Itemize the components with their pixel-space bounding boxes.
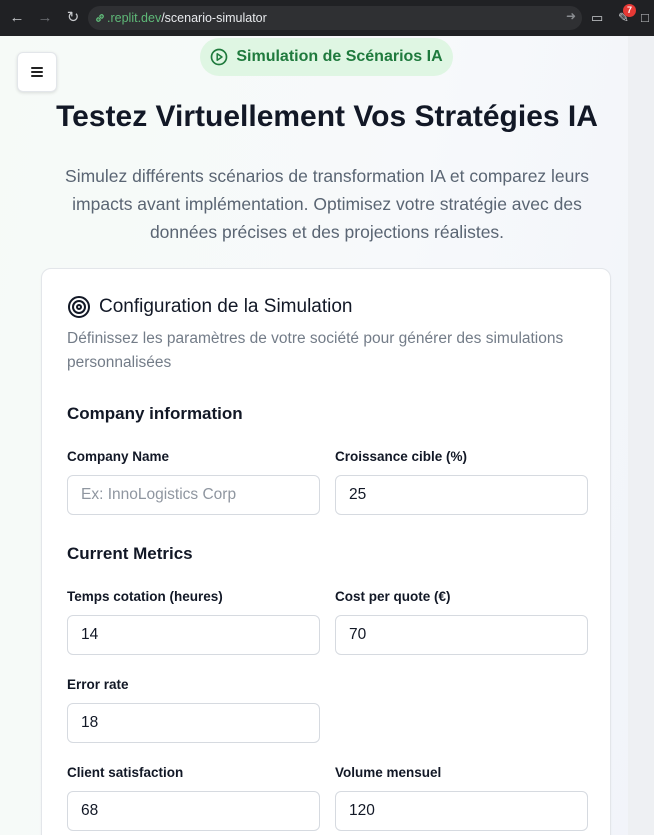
- site-info-icon[interactable]: [94, 12, 106, 24]
- forward-arrow-icon[interactable]: →: [36, 9, 54, 27]
- current-metrics-heading: Current Metrics: [67, 544, 193, 563]
- quote-time-input[interactable]: [67, 615, 320, 655]
- simulation-badge: Simulation de Scénarios IA: [200, 38, 453, 76]
- page-title: Testez Virtuellement Vos Stratégies IA: [56, 100, 598, 133]
- page-subtitle: Simulez différents scénarios de transfor…: [65, 166, 589, 242]
- reload-icon[interactable]: ↻: [64, 9, 82, 27]
- target-icon: [68, 296, 90, 318]
- page-edge: [628, 36, 654, 835]
- window-icon[interactable]: □: [641, 10, 649, 25]
- card-description: Définissez les paramètres de votre socié…: [67, 330, 564, 371]
- notification-badge: 7: [623, 4, 636, 17]
- monthly-volume-input[interactable]: [335, 791, 588, 831]
- page: Simulation de Scénarios IA Testez Virtue…: [0, 36, 654, 835]
- url-path: /scenario-simulator: [161, 11, 267, 25]
- url-text: .replit.dev/scenario-simulator: [107, 11, 267, 25]
- address-bar[interactable]: .replit.dev/scenario-simulator ➜: [88, 6, 582, 30]
- menu-button[interactable]: [17, 52, 57, 92]
- play-circle-icon: [211, 48, 228, 66]
- client-satisfaction-input[interactable]: [67, 791, 320, 831]
- simulation-badge-label: Simulation de Scénarios IA: [236, 48, 443, 65]
- monthly-volume-label: Volume mensuel: [335, 765, 442, 780]
- error-rate-input[interactable]: [67, 703, 320, 743]
- browser-toolbar: ← → ↻ .replit.dev/scenario-simulator ➜ ▭…: [0, 0, 654, 36]
- client-satisfaction-label: Client satisfaction: [67, 765, 184, 780]
- card-header: Configuration de la Simulation: [67, 295, 353, 319]
- quote-time-label: Temps cotation (heures): [67, 589, 223, 604]
- card-title: Configuration de la Simulation: [99, 296, 353, 317]
- cost-per-quote-input[interactable]: [335, 615, 588, 655]
- simulation-config-card: Configuration de la Simulation Définisse…: [41, 268, 611, 835]
- hamburger-menu-icon: [31, 67, 43, 77]
- company-info-heading: Company information: [67, 404, 243, 423]
- company-name-label: Company Name: [67, 449, 170, 464]
- company-name-input[interactable]: [67, 475, 320, 515]
- back-arrow-icon[interactable]: ←: [8, 9, 26, 27]
- cost-per-quote-label: Cost per quote (€): [335, 589, 451, 604]
- send-to-device-icon[interactable]: ➜: [566, 9, 576, 23]
- growth-target-label: Croissance cible (%): [335, 449, 468, 464]
- url-host: .replit.dev: [107, 11, 162, 25]
- growth-target-input[interactable]: [335, 475, 588, 515]
- error-rate-label: Error rate: [67, 677, 129, 692]
- cast-icon[interactable]: ▭: [591, 10, 603, 26]
